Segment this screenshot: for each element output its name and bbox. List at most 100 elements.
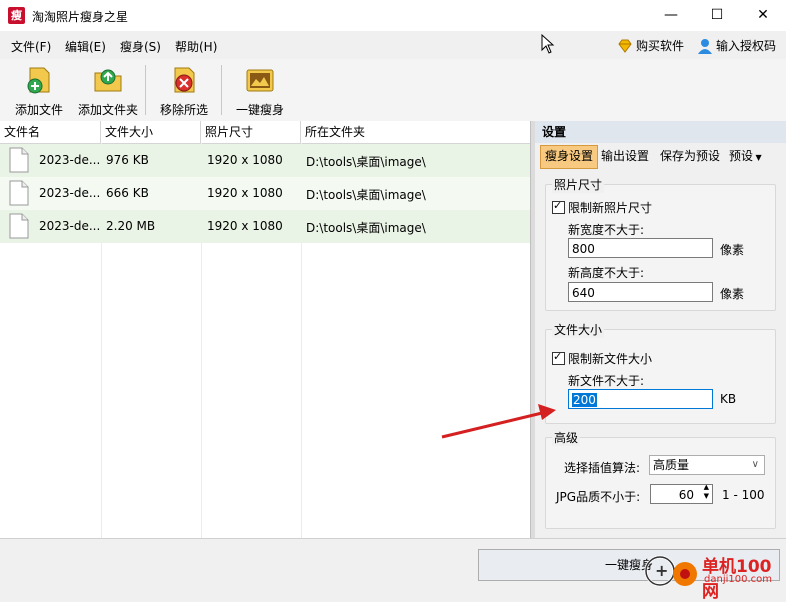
enter-license-label: 输入授权码: [716, 39, 777, 53]
remove-selected-button[interactable]: 移除所选: [154, 63, 214, 119]
file-name: 2023-de...: [39, 186, 101, 200]
file-name: 2023-de...: [39, 153, 101, 167]
file-size-group-title: 文件大小: [552, 321, 605, 338]
one-click-slim-label: 一键瘦身: [235, 103, 284, 117]
jpg-quality-range: 1 - 100: [722, 488, 765, 502]
menu-help[interactable]: 帮助(H): [175, 38, 217, 55]
watermark-logo-icon: +: [644, 555, 697, 587]
jpg-quality-label: JPG品质不小于:: [556, 490, 641, 504]
close-button[interactable]: ✕: [740, 0, 786, 31]
menu-edit[interactable]: 编辑(E): [65, 38, 106, 55]
diamond-icon: [618, 39, 632, 53]
app-icon: 瘦: [8, 7, 25, 24]
table-row[interactable]: 2023-de... 2.20 MB 1920 x 1080 D:\tools\…: [0, 210, 530, 243]
new-height-label: 新高度不大于:: [568, 266, 645, 280]
chevron-down-icon: ▼: [753, 153, 762, 162]
minimize-button[interactable]: —: [648, 0, 694, 31]
file-icon: [9, 213, 29, 239]
width-unit: 像素: [720, 243, 745, 257]
buy-software-link[interactable]: 购买软件: [617, 37, 684, 54]
title-bar: 瘦 淘淘照片瘦身之星 — ☐ ✕: [0, 0, 786, 31]
limit-file-size-checkbox[interactable]: 限制新文件大小: [552, 350, 652, 367]
col-header-name[interactable]: 文件名: [0, 121, 101, 143]
checkbox-checked-icon: [552, 350, 565, 365]
menu-bar: 文件(F) 编辑(E) 瘦身(S) 帮助(H) 购买软件 输入授权码: [0, 31, 786, 59]
photo-size-group-title: 照片尺寸: [552, 176, 605, 193]
svg-text:+: +: [655, 561, 668, 580]
selected-text: 200: [572, 393, 597, 407]
enter-license-link[interactable]: 输入授权码: [697, 37, 776, 54]
new-width-input[interactable]: 800: [568, 238, 713, 258]
window-title: 淘淘照片瘦身之星: [32, 10, 129, 24]
list-header: 文件名 文件大小 照片尺寸 所在文件夹: [0, 121, 530, 144]
remove-selected-label: 移除所选: [159, 103, 208, 117]
add-folder-icon: [94, 69, 122, 92]
folder-path: D:\tools\桌面\image\: [306, 221, 426, 235]
limit-photo-size-checkbox[interactable]: 限制新照片尺寸: [552, 199, 652, 216]
toolbar-separator: [145, 65, 146, 115]
menu-slim[interactable]: 瘦身(S): [120, 38, 161, 55]
add-file-label: 添加文件: [14, 103, 63, 117]
tab-presets[interactable]: 预设 ▼: [725, 145, 766, 167]
file-size-unit: KB: [720, 392, 737, 406]
folder-path: D:\tools\桌面\image\: [306, 188, 426, 202]
checkbox-checked-icon: [552, 199, 565, 214]
new-height-input[interactable]: 640: [568, 282, 713, 302]
file-size: 666 KB: [106, 186, 149, 200]
tab-presets-label: 预设: [729, 149, 754, 163]
advanced-group-title: 高级: [552, 429, 581, 446]
file-size-group: 文件大小 限制新文件大小 新文件不大于: 200 KB: [545, 321, 776, 424]
add-file-button[interactable]: 添加文件: [10, 63, 68, 119]
add-folder-label: 添加文件夹: [77, 103, 138, 117]
photo-dims: 1920 x 1080: [207, 153, 283, 167]
watermark: + 单机100网 danji100.com: [640, 548, 786, 602]
maximize-button[interactable]: ☐: [694, 0, 740, 31]
watermark-url: danji100.com: [704, 574, 772, 585]
limit-photo-size-label: 限制新照片尺寸: [568, 201, 653, 215]
interpolation-value: 高质量: [653, 458, 690, 472]
photo-dims: 1920 x 1080: [207, 219, 283, 233]
menu-file[interactable]: 文件(F): [11, 38, 51, 55]
folder-path: D:\tools\桌面\image\: [306, 155, 426, 169]
col-header-size[interactable]: 文件大小: [101, 121, 201, 143]
photo-icon: [246, 69, 274, 92]
file-icon: [9, 147, 29, 173]
max-file-size-label: 新文件不大于:: [568, 374, 645, 388]
photo-size-group: 照片尺寸 限制新照片尺寸 新宽度不大于: 800 像素 新高度不大于: 640 …: [545, 176, 776, 311]
toolbar: 添加文件 添加文件夹 移除所选 一键瘦身: [0, 59, 786, 122]
interpolation-select[interactable]: 高质量 ∨: [649, 455, 765, 475]
file-name: 2023-de...: [39, 219, 101, 233]
jpg-quality-value: 60: [678, 488, 694, 502]
add-file-icon: [27, 67, 50, 94]
advanced-group: 高级 选择插值算法: 高质量 ∨ JPG品质不小于: 60 ▲ ▼ 1 - 100: [545, 429, 776, 529]
tab-save-preset[interactable]: 保存为预设: [656, 145, 724, 167]
photo-dims: 1920 x 1080: [207, 186, 283, 200]
file-icon: [9, 180, 29, 206]
settings-panel: 设置 瘦身设置 输出设置 保存为预设 预设 ▼ 照片尺寸 限制新照片尺寸 新宽度…: [535, 121, 786, 538]
add-folder-button[interactable]: 添加文件夹: [76, 63, 140, 119]
jpg-quality-stepper[interactable]: 60 ▲ ▼: [650, 483, 713, 504]
chevron-down-icon: ∨: [751, 459, 759, 470]
remove-icon: [174, 67, 195, 93]
tab-slim-settings[interactable]: 瘦身设置: [540, 145, 599, 169]
table-row[interactable]: 2023-de... 666 KB 1920 x 1080 D:\tools\桌…: [0, 177, 530, 210]
file-size: 2.20 MB: [106, 219, 156, 233]
limit-file-size-label: 限制新文件大小: [568, 352, 653, 366]
settings-title: 设置: [535, 121, 786, 143]
spin-arrows-icon: ▲ ▼: [703, 483, 709, 500]
interpolation-label: 选择插值算法:: [564, 461, 641, 475]
max-file-size-input[interactable]: 200: [568, 389, 713, 409]
col-header-folder[interactable]: 所在文件夹: [301, 121, 530, 143]
height-unit: 像素: [720, 287, 745, 301]
table-row[interactable]: 2023-de... 976 KB 1920 x 1080 D:\tools\桌…: [0, 144, 530, 177]
one-click-slim-button[interactable]: 一键瘦身: [230, 63, 290, 119]
file-size: 976 KB: [106, 153, 149, 167]
file-list[interactable]: 文件名 文件大小 照片尺寸 所在文件夹 2023-de... 976 KB 19…: [0, 121, 531, 538]
buy-software-label: 购买软件: [636, 39, 685, 53]
col-header-dims[interactable]: 照片尺寸: [201, 121, 301, 143]
mouse-cursor-icon: [541, 34, 555, 54]
tab-output-settings[interactable]: 输出设置: [597, 145, 653, 167]
user-icon: [698, 38, 712, 54]
toolbar-separator: [221, 65, 222, 115]
new-width-label: 新宽度不大于:: [568, 223, 645, 237]
